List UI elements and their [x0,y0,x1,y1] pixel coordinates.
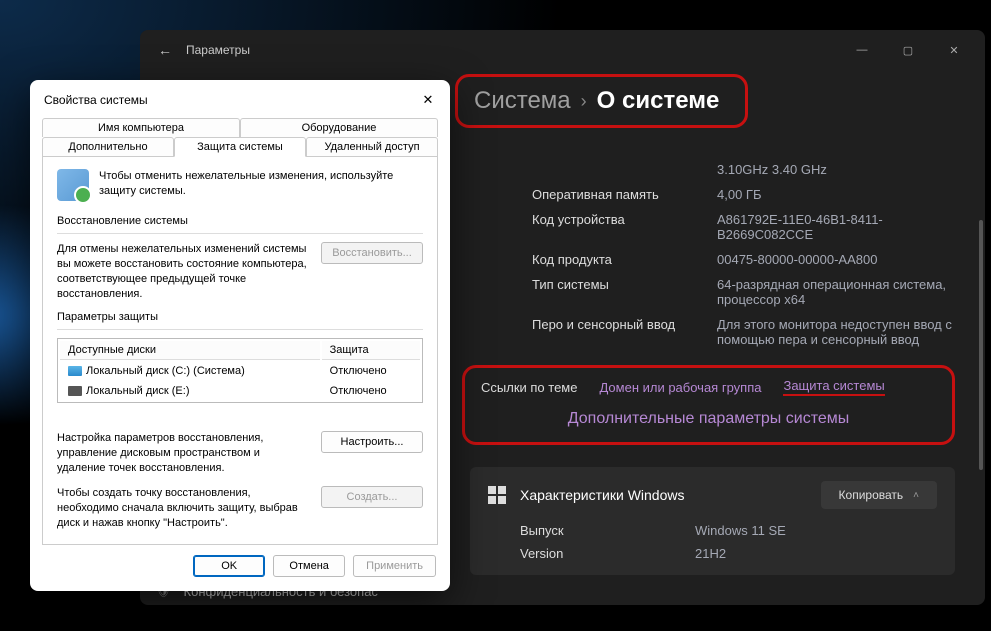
disk-name: Локальный диск (C:) (Система) [86,365,245,377]
divider [57,233,423,234]
configure-button[interactable]: Настроить... [321,431,423,453]
device-id-value: A861792E-11E0-46B1-8411-B2669C082CCE [717,212,955,242]
product-id-label: Код продукта [532,252,717,267]
edition-label: Выпуск [520,523,695,538]
tab-panel-protection: Чтобы отменить нежелательные изменения, … [42,156,438,545]
pen-touch-value: Для этого монитора недоступен ввод с пом… [717,317,955,347]
restore-heading: Восстановление системы [57,215,423,227]
device-id-label: Код устройства [532,212,717,242]
minimize-button[interactable]: — [839,35,885,65]
divider [57,329,423,330]
dialog-close-button[interactable]: ✕ [418,90,438,110]
disk-status: Отключено [322,382,420,400]
disk-table: Доступные диски Защита Локальный диск (C… [57,338,423,403]
system-type-value: 64-разрядная операционная система, проце… [717,277,955,307]
system-properties-dialog: Свойства системы ✕ Имя компьютера Оборуд… [30,80,450,591]
cancel-button[interactable]: Отмена [273,555,345,577]
version-value: 21H2 [695,546,937,561]
create-desc: Чтобы создать точку восстановления, необ… [57,486,309,531]
device-specs: 3.10GHz 3.40 GHz Оперативная память 4,00… [470,162,955,347]
breadcrumb-parent[interactable]: Система [474,87,571,115]
edition-value: Windows 11 SE [695,523,937,538]
intro-text: Чтобы отменить нежелательные изменения, … [99,169,423,199]
copy-button[interactable]: Копировать ˄ [821,481,937,509]
restore-button[interactable]: Восстановить... [321,242,423,264]
restore-desc: Для отмены нежелательных изменений систе… [57,242,309,301]
disk-name: Локальный диск (E:) [86,385,190,397]
params-heading: Параметры защиты [57,311,423,323]
create-button[interactable]: Создать... [321,486,423,508]
scrollbar[interactable] [979,180,983,605]
disk-status: Отключено [322,362,420,380]
chevron-right-icon: › [581,91,587,112]
link-domain-workgroup[interactable]: Домен или рабочая группа [599,380,761,395]
dialog-title: Свойства системы [44,93,148,107]
tab-advanced[interactable]: Дополнительно [42,137,174,157]
link-system-protection[interactable]: Защита системы [783,378,884,396]
col-protection: Защита [322,341,420,360]
version-label: Version [520,546,695,561]
configure-desc: Настройка параметров восстановления, упр… [57,431,309,476]
windows-specs-card: Характеристики Windows Копировать ˄ Выпу… [470,467,955,575]
tab-remote[interactable]: Удаленный доступ [306,137,438,157]
system-protection-icon [57,169,89,201]
back-button[interactable]: ← [158,42,172,58]
disk-icon [68,386,82,396]
ok-button[interactable]: OK [193,555,265,577]
tab-computer-name[interactable]: Имя компьютера [42,118,240,137]
pen-touch-label: Перо и сенсорный ввод [532,317,717,347]
system-type-label: Тип системы [532,277,717,307]
related-links-highlight: Ссылки по теме Домен или рабочая группа … [462,365,955,445]
tab-system-protection[interactable]: Защита системы [174,137,306,157]
settings-titlebar: ← Параметры — ▢ ✕ [140,30,985,70]
col-disk: Доступные диски [60,341,320,360]
chevron-up-icon: ˄ [913,490,919,501]
scrollbar-thumb[interactable] [979,220,983,470]
settings-app-title: Параметры [186,43,839,57]
breadcrumb: Система › О системе [474,87,719,115]
ram-value: 4,00 ГБ [717,187,955,202]
link-advanced-system[interactable]: Дополнительные параметры системы [568,410,849,427]
breadcrumb-current: О системе [597,87,720,115]
disk-icon [68,366,82,376]
close-button[interactable]: ✕ [931,35,977,65]
windows-icon [488,486,506,504]
table-row[interactable]: Локальный диск (C:) (Система) Отключено [60,362,420,380]
table-row[interactable]: Локальный диск (E:) Отключено [60,382,420,400]
product-id-value: 00475-80000-00000-AA800 [717,252,955,267]
windows-specs-title: Характеристики Windows [520,487,807,503]
maximize-button[interactable]: ▢ [885,35,931,65]
apply-button[interactable]: Применить [353,555,436,577]
tab-hardware[interactable]: Оборудование [240,118,438,137]
ram-label: Оперативная память [532,187,717,202]
related-links-title: Ссылки по теме [481,380,577,395]
cpu-freq-value: 3.10GHz 3.40 GHz [717,162,955,177]
breadcrumb-highlight: Система › О системе [455,74,748,128]
